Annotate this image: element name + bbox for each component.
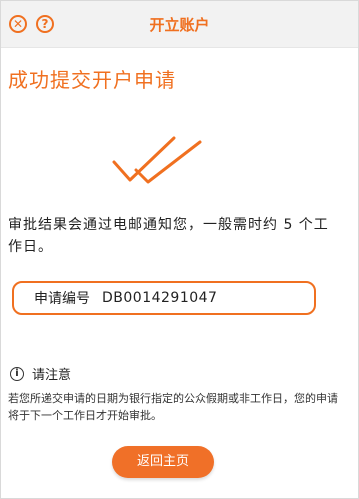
- application-number-value: DB0014291047: [102, 290, 218, 306]
- application-number-label: 申请编号: [34, 291, 90, 307]
- success-heading: 成功提交开户申请: [8, 68, 176, 92]
- page-title: 开立账户: [149, 16, 210, 34]
- note-title: 请注意: [32, 368, 72, 383]
- application-number-box: 申请编号 DB0014291047: [12, 281, 316, 315]
- app-header: ✕ ? 开立账户: [1, 1, 358, 48]
- note-body: 若您所递交申请的日期为银行指定的公众假期或非工作日，您的申请将于下一个工作日才开…: [8, 392, 338, 422]
- double-check-icon: [112, 136, 202, 184]
- info-icon: i: [10, 366, 24, 381]
- approval-notice: 审批结果会通过电邮通知您，一般需时约 5 个工作日。: [8, 217, 329, 255]
- return-home-button[interactable]: 返回主页: [112, 446, 214, 478]
- note-header: i 请注意: [10, 364, 71, 383]
